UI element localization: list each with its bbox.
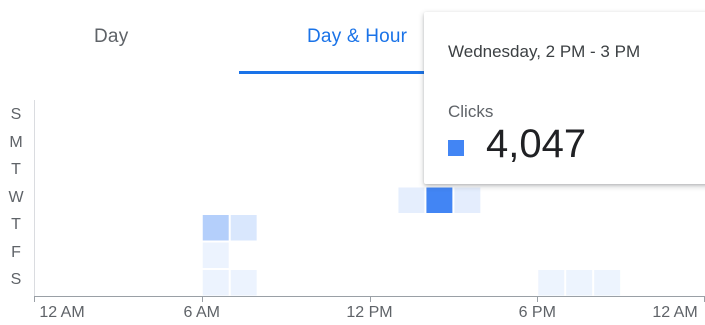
heatmap-cell[interactable] <box>230 215 257 241</box>
heatmap-cell[interactable] <box>202 242 229 269</box>
heatmap-cell[interactable] <box>202 215 229 241</box>
heatmap-cell[interactable] <box>398 187 425 214</box>
heatmap-cell[interactable] <box>566 270 593 296</box>
hover-tooltip: Wednesday, 2 PM - 3 PM Clicks 4,047 <box>424 12 705 184</box>
heatmap-cell[interactable] <box>426 187 453 214</box>
heatmap-cell[interactable] <box>230 270 257 296</box>
tooltip-color-swatch <box>448 140 464 156</box>
tooltip-value: 4,047 <box>486 122 587 166</box>
heatmap-cell[interactable] <box>202 270 229 296</box>
tooltip-title: Wednesday, 2 PM - 3 PM <box>448 42 641 61</box>
heatmap-cell[interactable] <box>454 187 481 214</box>
heatmap-cell[interactable] <box>538 270 565 296</box>
tooltip-metric-label: Clicks <box>448 102 494 121</box>
heatmap-cell[interactable] <box>594 270 621 296</box>
